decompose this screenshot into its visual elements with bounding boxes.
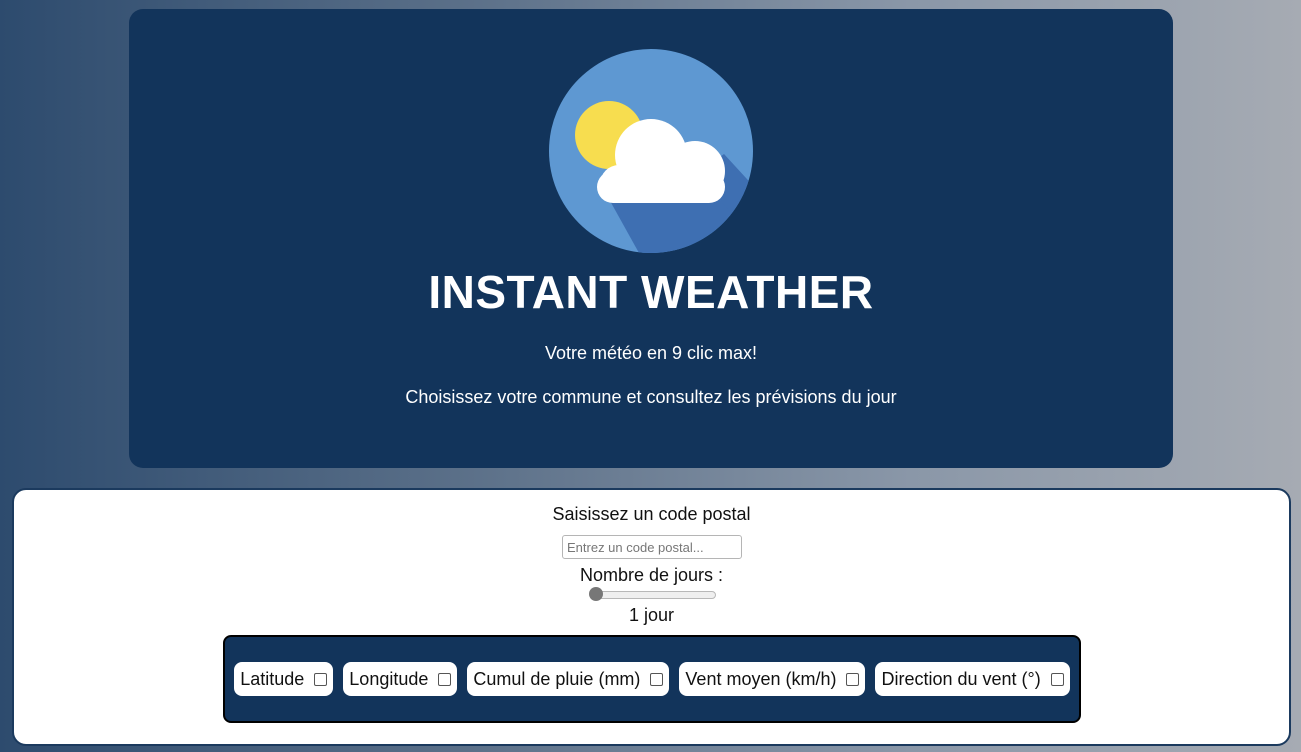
option-label: Latitude [240, 668, 305, 689]
postal-code-label: Saisissez un code postal [552, 504, 751, 524]
subtitle: Choisissez votre commune et consultez le… [405, 387, 897, 407]
option-wind-speed[interactable]: Vent moyen (km/h) [679, 662, 866, 696]
option-longitude[interactable]: Longitude [343, 662, 458, 696]
days-value: 1 jour [628, 605, 675, 625]
postal-code-input[interactable] [562, 535, 742, 559]
hero-banner: INSTANT WEATHER Votre météo en 9 clic ma… [129, 9, 1173, 468]
weather-sun-cloud-icon [549, 49, 753, 253]
app-title: INSTANT WEATHER [428, 266, 874, 318]
option-label: Vent moyen (km/h) [685, 668, 837, 689]
option-label: Cumul de pluie (mm) [473, 668, 641, 689]
days-slider-thumb[interactable] [589, 587, 603, 601]
option-wind-direction[interactable]: Direction du vent (°) [875, 662, 1070, 696]
options-group: Latitude Longitude Cumul de pluie (mm) V… [223, 635, 1081, 723]
longitude-checkbox[interactable] [438, 672, 452, 686]
search-panel: Saisissez un code postal Nombre de jours… [12, 488, 1291, 746]
wind-speed-checkbox[interactable] [846, 672, 860, 686]
days-slider[interactable] [589, 587, 716, 601]
option-rain[interactable]: Cumul de pluie (mm) [467, 662, 670, 696]
days-label: Nombre de jours : [579, 565, 724, 585]
wind-direction-checkbox[interactable] [1050, 672, 1064, 686]
latitude-checkbox[interactable] [314, 672, 328, 686]
option-label: Direction du vent (°) [881, 668, 1041, 689]
option-latitude[interactable]: Latitude [234, 662, 334, 696]
days-slider-track[interactable] [590, 591, 716, 599]
tagline: Votre météo en 9 clic max! [544, 343, 758, 363]
option-label: Longitude [349, 668, 429, 689]
rain-checkbox[interactable] [650, 672, 664, 686]
